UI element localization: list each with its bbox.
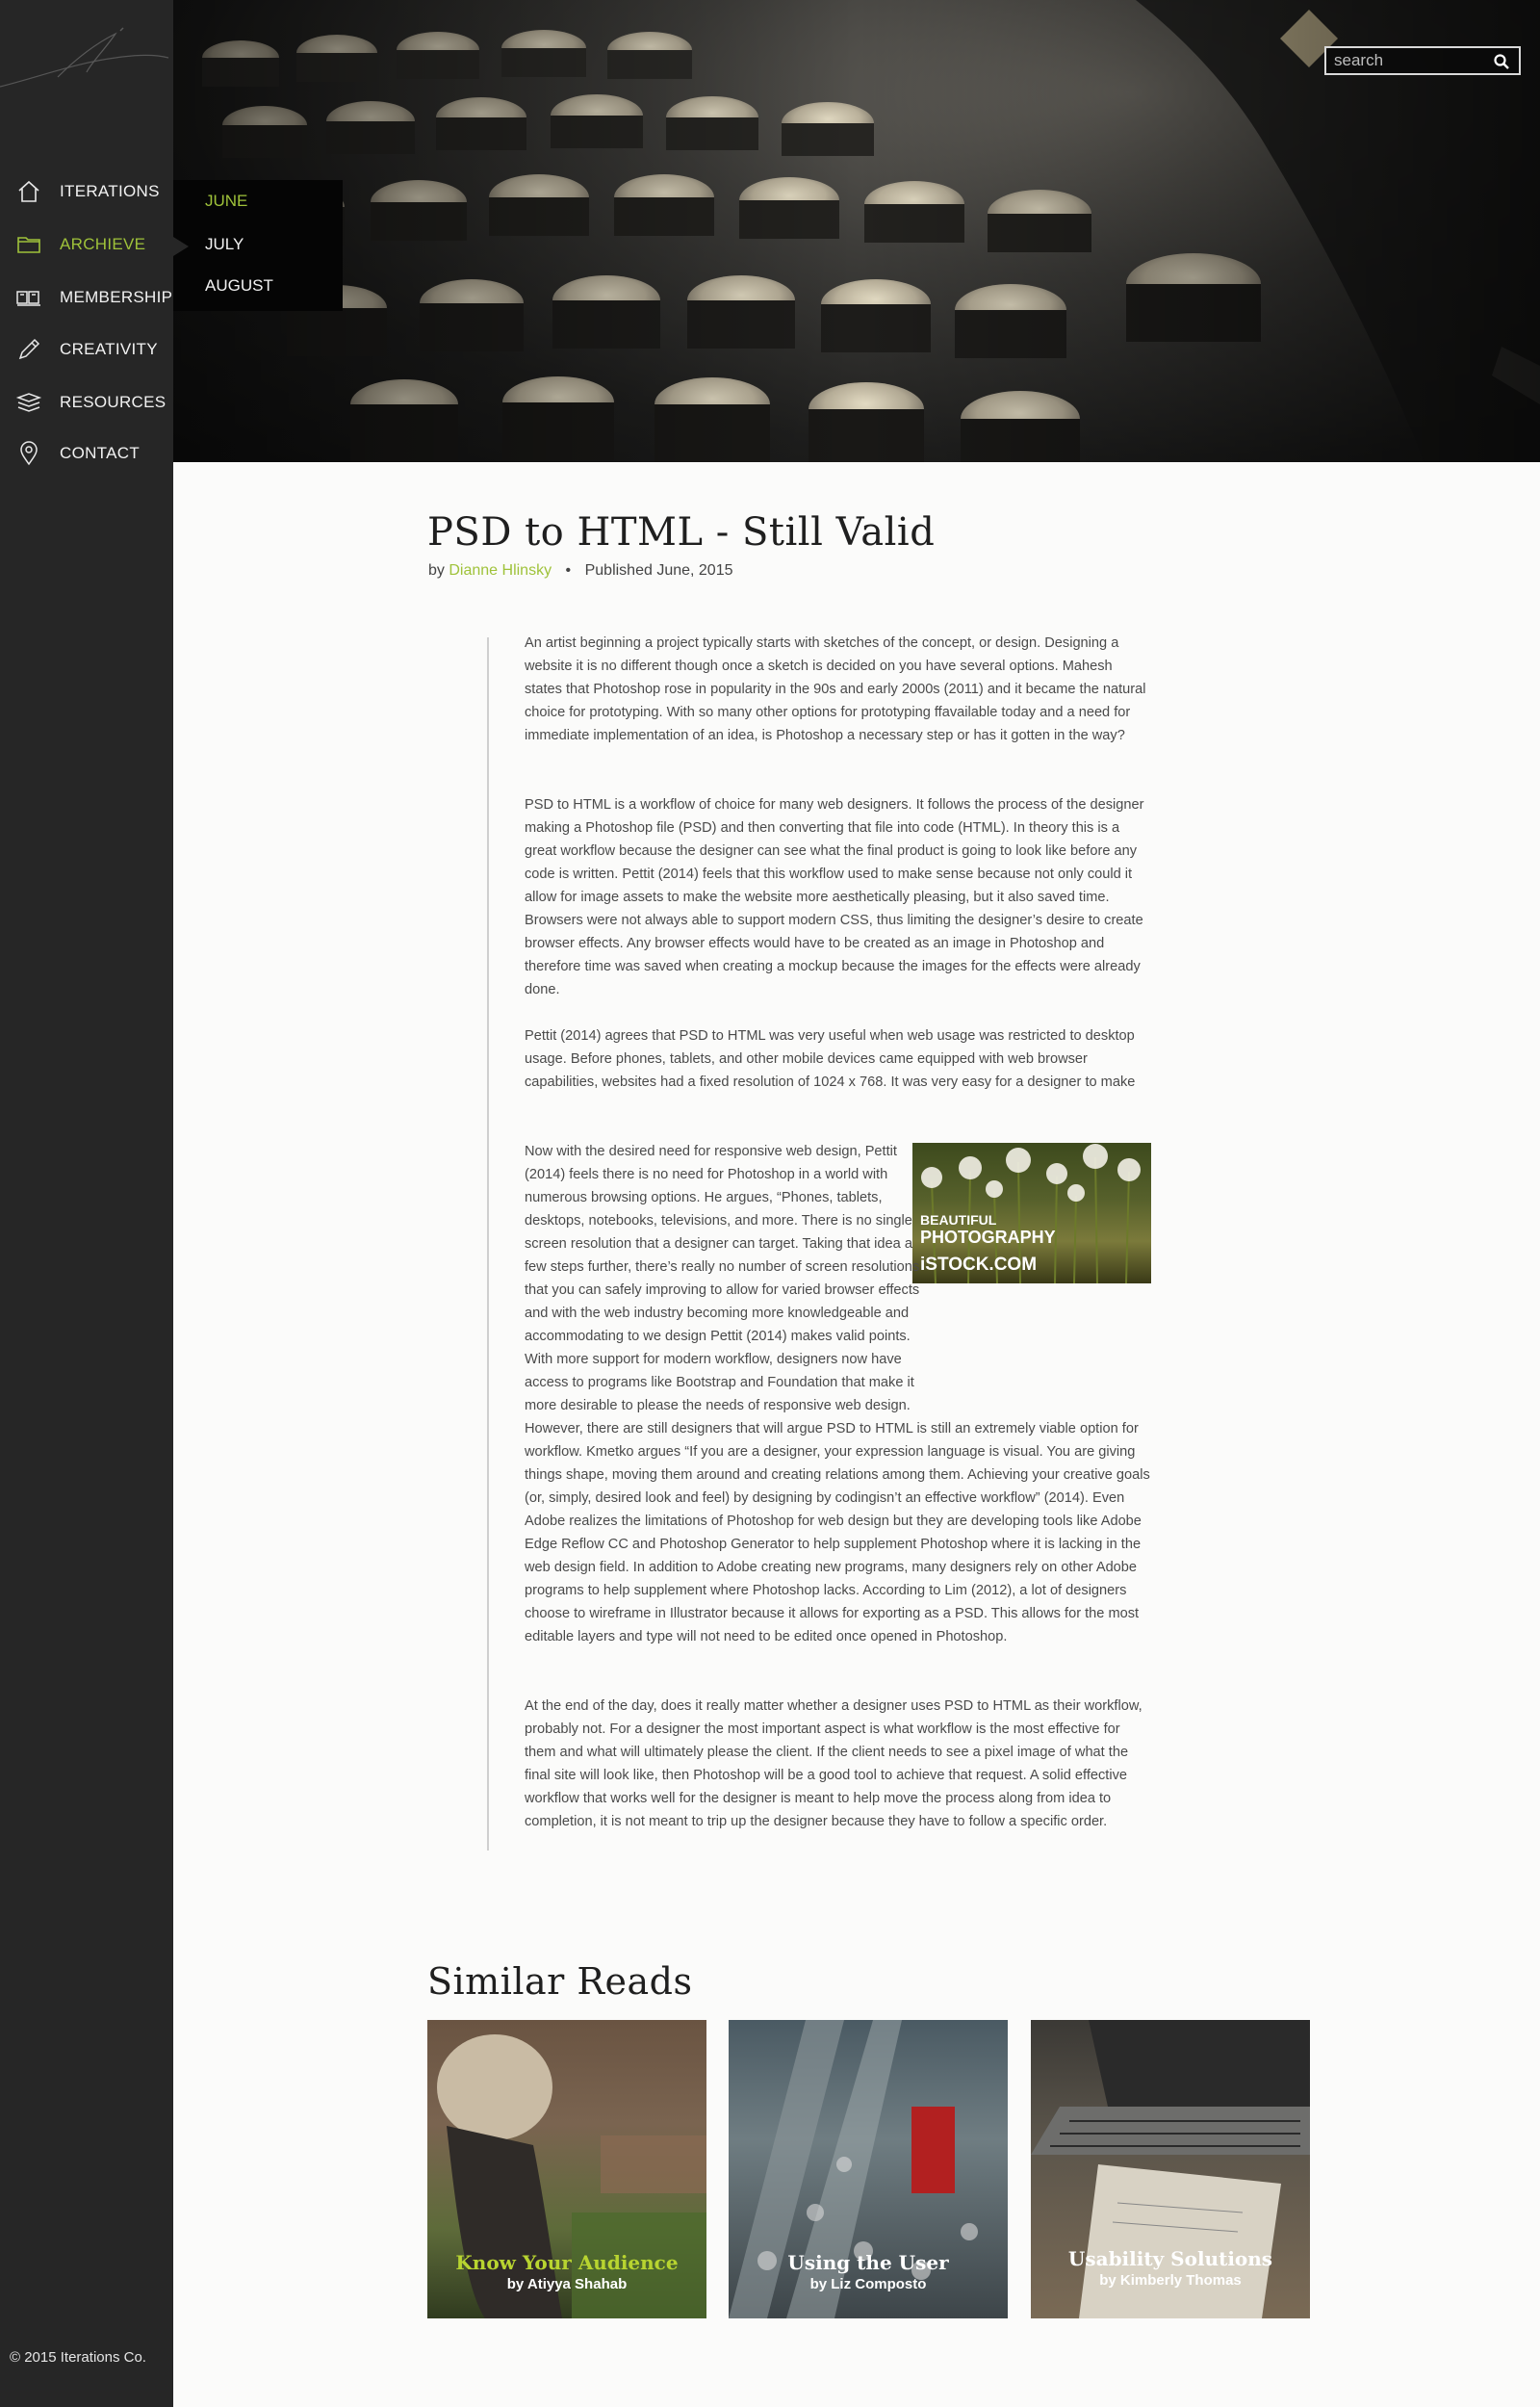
hero-image-typewriter xyxy=(173,0,1540,462)
search-icon[interactable] xyxy=(1492,52,1511,71)
search-input[interactable] xyxy=(1326,51,1480,70)
card-title: Know Your Audience xyxy=(455,2251,679,2274)
article-paragraph: Now with the desired need for responsive… xyxy=(525,1144,920,1413)
books-icon xyxy=(15,284,42,311)
article-byline: by Dianne Hlinsky • Published June, 2015 xyxy=(428,562,733,580)
search-box xyxy=(1324,46,1521,75)
nav-label: ITERATIONS xyxy=(60,182,160,200)
pencil-icon xyxy=(15,336,42,363)
folder-icon xyxy=(15,231,42,258)
article-paragraph: PSD to HTML is a workflow of choice for … xyxy=(525,797,1144,997)
nav-label: MEMBERSHIP xyxy=(60,288,173,306)
home-icon xyxy=(15,178,42,205)
similar-card-know-your-audience[interactable]: Know Your Audience by Atiyya Shahab xyxy=(427,2020,706,2318)
similar-card-using-the-user[interactable]: Using the User by Liz Composto xyxy=(729,2020,1008,2318)
nav-item-membership[interactable]: MEMBERSHIP xyxy=(0,278,173,317)
article-paragraph: Pettit (2014) agrees that PSD to HTML wa… xyxy=(525,1028,1136,1090)
dropdown-pointer xyxy=(173,237,189,256)
card-title: Using the User xyxy=(787,2251,949,2274)
sidebar: ITERATIONS ARCHIEVE MEMBERSHIP CREATIVIT… xyxy=(0,0,173,2407)
article-paragraph-wrapped: Now with the desired need for responsive… xyxy=(525,1140,921,1417)
card-author: by Atiyya Shahab xyxy=(506,2276,628,2292)
nav-item-resources[interactable]: RESOURCES xyxy=(0,383,173,422)
article-left-rule xyxy=(487,637,489,1851)
article-paragraph: An artist beginning a project typically … xyxy=(525,635,1146,743)
archive-dropdown: JUNE JULY AUGUST xyxy=(173,180,343,311)
nav-item-iterations[interactable]: ITERATIONS xyxy=(0,172,173,211)
byline-by: by xyxy=(428,562,445,579)
similar-card-usability-solutions[interactable]: Usability Solutions by Kimberly Thomas xyxy=(1031,2020,1310,2318)
nav-item-archieve[interactable]: ARCHIEVE xyxy=(0,225,173,264)
author-link[interactable]: Dianne Hlinsky xyxy=(449,562,552,579)
nav-item-creativity[interactable]: CREATIVITY xyxy=(0,330,173,369)
inset-caption-line2: PHOTOGRAPHY xyxy=(920,1228,1056,1247)
byline-separator: • xyxy=(565,562,572,579)
archive-month-june[interactable]: JUNE xyxy=(205,192,247,211)
inset-caption-line1: BEAUTIFUL xyxy=(920,1212,997,1228)
article-title: PSD to HTML - Still Valid xyxy=(427,510,936,555)
inset-image-dandelions: BEAUTIFUL PHOTOGRAPHY iSTOCK.COM xyxy=(912,1143,1151,1283)
inset-caption-line3: iSTOCK.COM xyxy=(920,1255,1038,1275)
card-author: by Kimberly Thomas xyxy=(1099,2272,1242,2289)
card-title: Usability Solutions xyxy=(1067,2247,1273,2270)
nav-item-contact[interactable]: CONTACT xyxy=(0,434,173,473)
nav-label: CONTACT xyxy=(60,444,140,462)
archive-month-august[interactable]: AUGUST xyxy=(205,276,273,296)
publish-date: Published June, 2015 xyxy=(584,562,733,579)
archive-month-july[interactable]: JULY xyxy=(205,235,244,254)
nav-label: RESOURCES xyxy=(60,393,167,411)
stack-icon xyxy=(15,389,42,416)
card-author: by Liz Composto xyxy=(809,2276,927,2292)
nav-label: CREATIVITY xyxy=(60,340,158,358)
copyright: © 2015 Iterations Co. xyxy=(10,2349,146,2366)
signature-logo xyxy=(0,27,169,88)
nav-label: ARCHIEVE xyxy=(60,235,146,253)
similar-reads-heading: Similar Reads xyxy=(427,1960,693,2003)
article-paragraph: At the end of the day, does it really ma… xyxy=(525,1698,1142,1829)
article-paragraph: However, there are still designers that … xyxy=(525,1421,1150,1644)
location-pin-icon xyxy=(15,440,42,467)
